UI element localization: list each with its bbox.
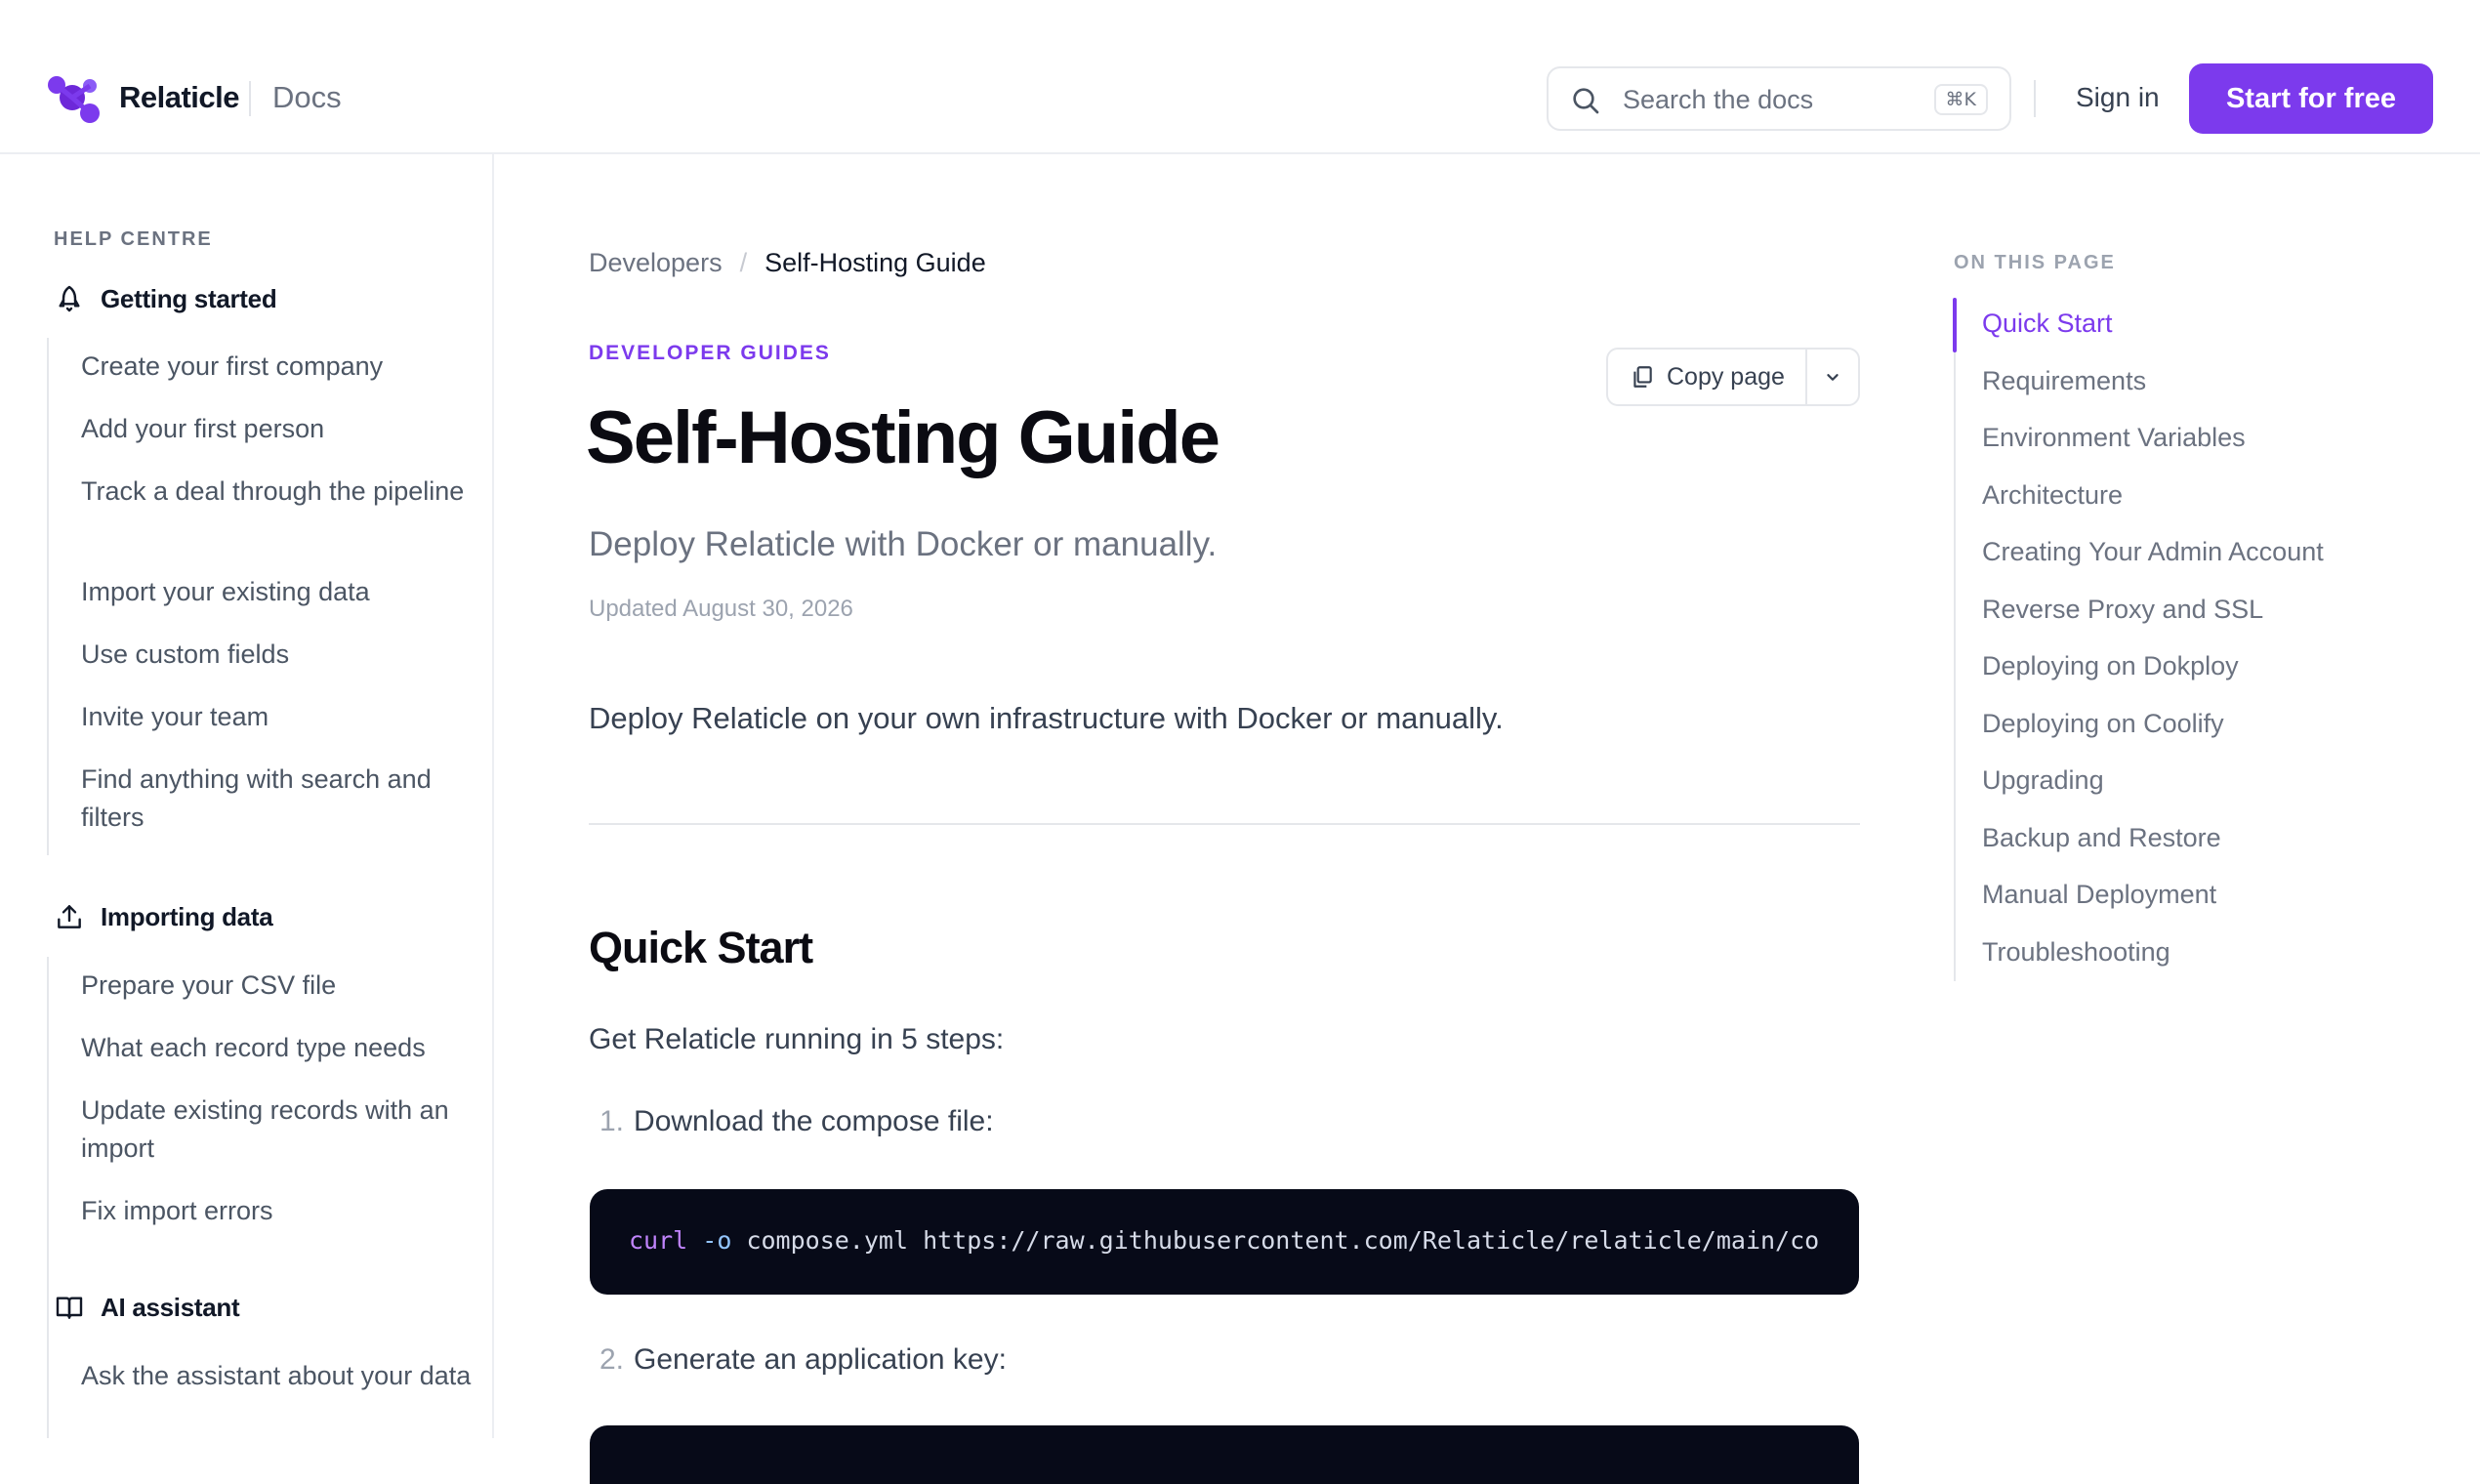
docs-label[interactable]: Docs: [272, 80, 342, 115]
sidebar-section-ai-assistant[interactable]: AI assistant: [54, 1292, 240, 1323]
code-command: curl: [629, 1226, 688, 1255]
sidebar-item-create-first-company[interactable]: Create your first company: [81, 348, 491, 386]
code-block-download-compose[interactable]: curl -o compose.yml https://raw.githubus…: [590, 1189, 1859, 1295]
sidebar-item-track-deal[interactable]: Track a deal through the pipeline: [81, 473, 491, 511]
step-number: 2.: [599, 1343, 625, 1376]
toc-link-architecture[interactable]: Architecture: [1982, 480, 2123, 511]
toc-link-backup-and-restore[interactable]: Backup and Restore: [1982, 823, 2221, 853]
sidebar-item-invite-team[interactable]: Invite your team: [81, 698, 491, 736]
sidebar-group-importing-data: Prepare your CSV file What each record t…: [47, 957, 449, 1394]
updated-date: Updated August 30, 2026: [589, 596, 853, 622]
quick-start-lead: Get Relaticle running in 5 steps:: [589, 1023, 1005, 1055]
sign-in-link[interactable]: Sign in: [2076, 82, 2160, 113]
code-line: curl -o compose.yml https://raw.githubus…: [629, 1226, 1819, 1255]
sidebar-section-getting-started[interactable]: Getting started: [54, 283, 277, 314]
intro-paragraph: Deploy Relaticle on your own infrastruct…: [589, 701, 1504, 735]
sidebar-item-fix-import-errors[interactable]: Fix import errors: [81, 1192, 491, 1230]
breadcrumb-current: Self-Hosting Guide: [765, 248, 986, 277]
sidebar-item-use-custom-fields[interactable]: Use custom fields: [81, 636, 491, 674]
sidebar-section-label: Getting started: [101, 283, 277, 313]
start-for-free-button[interactable]: Start for free: [2189, 63, 2433, 134]
sidebar-item-record-type-needs[interactable]: What each record type needs: [81, 1029, 491, 1067]
quick-start-heading: Quick Start: [589, 923, 813, 972]
search-shortcut-badge: ⌘K: [1933, 84, 1988, 115]
book-icon: [56, 1297, 83, 1319]
code-arguments: compose.yml https://raw.githubuserconten…: [746, 1226, 1820, 1255]
relaticle-logo-icon[interactable]: [45, 72, 103, 125]
step-1: 1. Download the compose file:: [599, 1105, 994, 1138]
copy-page-control: Copy page: [1606, 348, 1860, 406]
sidebar-heading: HELP CENTRE: [54, 228, 213, 250]
chevron-down-icon: [1827, 374, 1839, 381]
sidebar-item-add-first-person[interactable]: Add your first person: [81, 410, 491, 448]
toc-active-indicator: [1953, 298, 1957, 352]
sidebar-group-ai-assistant: Ask the assistant about your data: [47, 1347, 471, 1438]
sidebar-section-importing-data[interactable]: Importing data: [54, 901, 273, 932]
step-text: Download the compose file:: [634, 1105, 994, 1137]
step-2: 2. Generate an application key:: [599, 1343, 1007, 1377]
search-input[interactable]: Search the docs ⌘K: [1547, 66, 2011, 131]
toc-link-troubleshooting[interactable]: Troubleshooting: [1982, 937, 2170, 968]
toc-link-deploying-on-dokploy[interactable]: Deploying on Dokploy: [1982, 651, 2239, 681]
rocket-icon: [59, 285, 80, 312]
toc-link-reverse-proxy-and-ssl[interactable]: Reverse Proxy and SSL: [1982, 595, 2263, 625]
code-flag: -o: [702, 1226, 732, 1255]
step-text: Generate an application key:: [634, 1343, 1007, 1376]
copy-options-dropdown[interactable]: [1807, 350, 1858, 404]
toc-link-requirements[interactable]: Requirements: [1982, 366, 2146, 396]
toc-link-upgrading[interactable]: Upgrading: [1982, 765, 2104, 796]
sidebar-section-label: Importing data: [101, 901, 273, 931]
sidebar: HELP CENTRE Getting started Create your …: [0, 154, 494, 1438]
sidebar-item-prepare-csv[interactable]: Prepare your CSV file: [81, 967, 491, 1005]
upload-icon: [58, 905, 81, 928]
step-number: 1.: [599, 1105, 625, 1137]
brand-name[interactable]: Relaticle: [119, 80, 240, 115]
search-placeholder: Search the docs: [1623, 85, 1814, 114]
copy-page-label: Copy page: [1667, 362, 1785, 391]
toc-link-creating-your-admin-account[interactable]: Creating Your Admin Account: [1982, 537, 2324, 567]
toc-track: [1954, 298, 1956, 981]
toc-heading: ON THIS PAGE: [1954, 252, 2116, 273]
top-header: Relaticle Docs Search the docs ⌘K Sign i…: [0, 0, 2480, 154]
sidebar-item-ask-assistant[interactable]: Ask the assistant about your data: [81, 1357, 491, 1395]
code-block-generate-key[interactable]: [590, 1425, 1859, 1484]
page-subtitle: Deploy Relaticle with Docker or manually…: [589, 525, 1218, 563]
sidebar-item-update-existing-records[interactable]: Update existing records with an import: [81, 1092, 491, 1168]
content-divider: [589, 823, 1860, 825]
toc-link-deploying-on-coolify[interactable]: Deploying on Coolify: [1982, 709, 2224, 739]
sidebar-item-search-filters[interactable]: Find anything with search and filters: [81, 761, 491, 837]
sidebar-item-import-existing-data[interactable]: Import your existing data: [81, 573, 491, 611]
breadcrumb-separator: /: [739, 248, 748, 277]
header-divider: [2034, 80, 2036, 117]
search-icon: [1573, 88, 1599, 114]
toc-link-manual-deployment[interactable]: Manual Deployment: [1982, 880, 2216, 910]
toc-link-environment-variables[interactable]: Environment Variables: [1982, 423, 2246, 453]
page-category: DEVELOPER GUIDES: [589, 342, 831, 364]
copy-icon: [1633, 366, 1652, 388]
toc-link-quick-start[interactable]: Quick Start: [1982, 309, 2113, 339]
brand-divider: [249, 81, 251, 116]
page-title: Self-Hosting Guide: [586, 396, 1220, 479]
breadcrumb-link-developers[interactable]: Developers: [589, 248, 723, 278]
breadcrumb: Developers / Self-Hosting Guide: [589, 248, 986, 278]
sidebar-section-label: AI assistant: [101, 1292, 240, 1322]
sidebar-group-getting-started: Create your first company Add your first…: [47, 338, 464, 855]
copy-page-button[interactable]: Copy page: [1608, 350, 1807, 404]
